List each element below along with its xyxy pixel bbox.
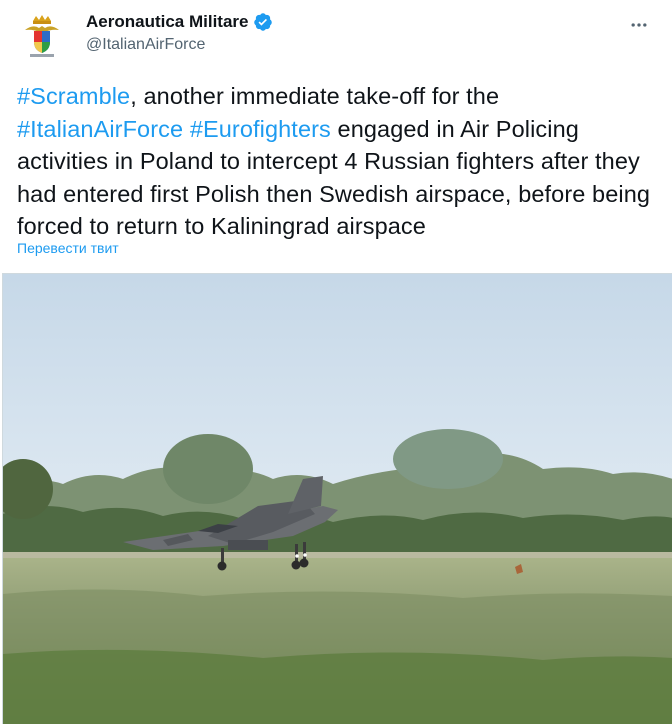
hashtag-italianairforce[interactable]: #ItalianAirForce xyxy=(17,116,183,142)
tweet-text: #Scramble, another immediate take-off fo… xyxy=(17,80,662,243)
author-display-name[interactable]: Aeronautica Militare xyxy=(86,12,249,32)
more-icon[interactable] xyxy=(622,8,656,42)
author-name-row: Aeronautica Militare xyxy=(86,12,273,32)
tweet-text-segment: , another immediate take-off for the xyxy=(130,83,500,109)
air-force-crest-icon xyxy=(17,10,67,60)
tweet-media-photo[interactable] xyxy=(2,273,672,724)
hashtag-scramble[interactable]: #Scramble xyxy=(17,83,130,109)
eurofighter-landing-photo xyxy=(3,274,672,724)
tweet-header: Aeronautica Militare @ItalianAirForce xyxy=(0,0,672,70)
hashtag-eurofighters[interactable]: #Eurofighters xyxy=(190,116,331,142)
tweet-text-segment xyxy=(183,116,190,142)
author-handle[interactable]: @ItalianAirForce xyxy=(86,36,205,54)
translate-tweet-link[interactable]: Перевести твит xyxy=(17,240,119,256)
avatar[interactable] xyxy=(17,10,67,60)
verified-badge-icon xyxy=(253,12,273,32)
